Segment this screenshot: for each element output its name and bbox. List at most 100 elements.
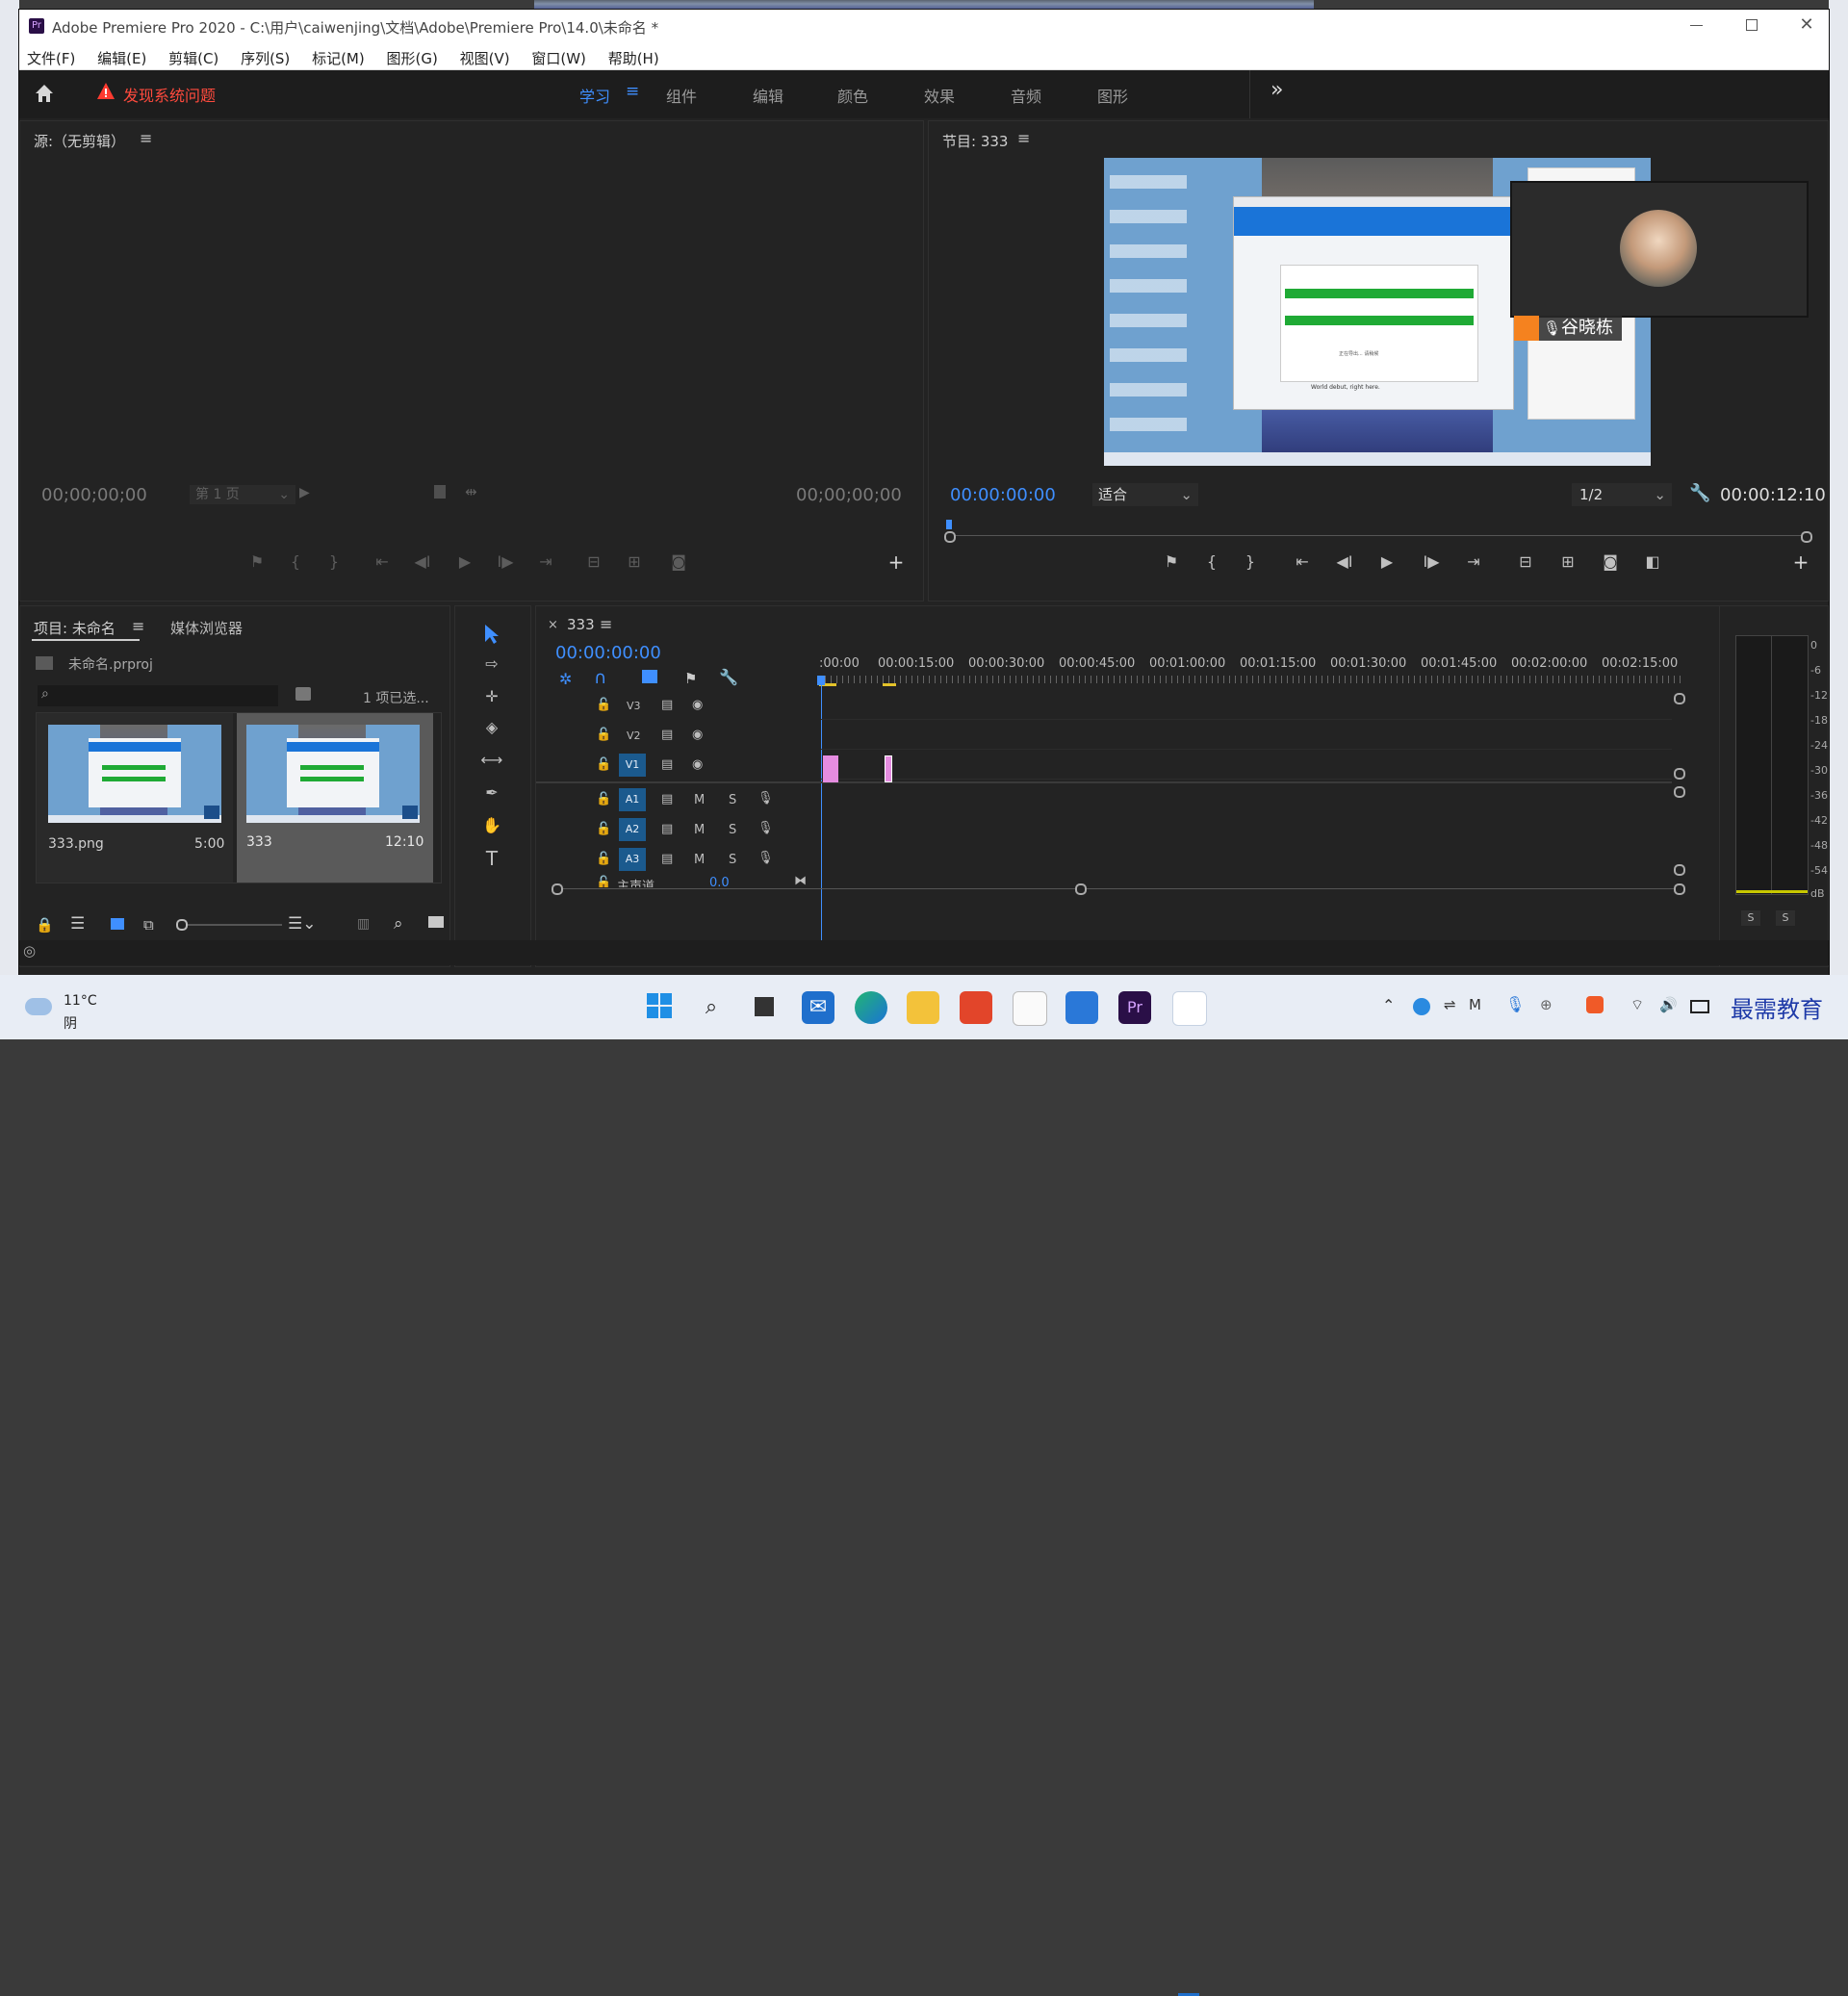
step-back-icon[interactable]: ◀I (1331, 552, 1358, 571)
linked-selection-icon[interactable] (642, 670, 657, 683)
tab-graphics[interactable]: 图形 (1097, 84, 1128, 107)
minimize-button[interactable] (1682, 13, 1711, 37)
tray-s-icon[interactable] (1586, 996, 1604, 1013)
track-header-a3[interactable]: 🔓 A3 ▤ M S 🎙 (536, 846, 819, 873)
source-settings-icon[interactable] (434, 485, 446, 499)
microphone-icon[interactable]: 🎙 (757, 821, 774, 835)
tab-learn[interactable]: 学习 (579, 84, 610, 107)
page-select[interactable]: 第 1 页 ⌄ (190, 485, 295, 504)
sync-lock-icon[interactable]: ▤ (661, 698, 673, 712)
step-forward-icon[interactable]: I▶ (492, 552, 519, 571)
add-button-icon[interactable]: + (883, 550, 910, 574)
sort-icon[interactable]: ☰⌄ (288, 914, 316, 934)
premiere-taskbar-icon[interactable]: Pr (1118, 991, 1151, 1024)
lock-icon[interactable]: 🔓 (596, 822, 611, 836)
lock-icon[interactable]: 🔓 (596, 757, 611, 772)
mark-out-icon[interactable]: } (1237, 552, 1264, 571)
play-icon[interactable]: ▶ (1373, 552, 1400, 571)
maximize-button[interactable] (1738, 13, 1767, 37)
lock-icon[interactable]: 🔓 (596, 698, 611, 712)
wifi-icon[interactable]: ⌔ (1630, 996, 1644, 1014)
tray-microphone-icon[interactable]: 🎙 (1505, 995, 1525, 1013)
automate-icon[interactable]: ▥ (357, 916, 370, 932)
notepad-icon[interactable] (1013, 991, 1047, 1026)
solo-toggle[interactable]: S (729, 853, 736, 867)
tray-settings-icon[interactable]: ⇌ (1444, 996, 1456, 1013)
video-scroll-handle[interactable] (1674, 768, 1685, 780)
solo-left-button[interactable]: S (1741, 910, 1760, 926)
menu-window[interactable]: 窗口(W) (531, 42, 586, 68)
mark-out-icon[interactable]: } (321, 552, 347, 571)
add-marker-icon[interactable]: ⚑ (244, 552, 270, 571)
magnet-icon[interactable]: ∩ (594, 668, 606, 688)
compare-icon[interactable]: ◧ (1639, 552, 1666, 571)
sequence-tab[interactable]: 333 (567, 616, 595, 633)
mark-in-icon[interactable]: { (1198, 552, 1225, 571)
sync-lock-icon[interactable]: ▤ (661, 822, 673, 836)
media-browser-tab[interactable]: 媒体浏览器 (170, 618, 243, 638)
edge-browser-icon[interactable] (855, 991, 887, 1024)
microphone-icon[interactable]: 🎙 (757, 851, 774, 865)
time-ruler[interactable]: :00:00 00:00:15:00 00:00:30:00 00:00:45:… (819, 656, 1685, 686)
go-to-in-icon[interactable]: ⇤ (1289, 552, 1316, 571)
slip-tool-icon[interactable]: ⟷ (478, 751, 505, 769)
search-icon[interactable]: ⌕ (394, 914, 403, 934)
project-panel-menu-icon[interactable]: ≡ (132, 617, 144, 635)
type-tool-icon[interactable]: T (478, 847, 505, 870)
zoom-slider[interactable] (176, 919, 282, 931)
menu-file[interactable]: 文件(F) (27, 42, 75, 68)
menu-edit[interactable]: 编辑(E) (97, 42, 146, 68)
track-header-v2[interactable]: 🔓 V2 ▤ ◉ (536, 722, 819, 749)
warning-icon[interactable] (96, 82, 116, 101)
timeline-zoom-scrollbar[interactable] (552, 883, 1687, 895)
hand-tool-icon[interactable]: ✋ (478, 816, 505, 834)
clip-333-png[interactable] (823, 755, 838, 782)
track-header-a2[interactable]: 🔓 A2 ▤ M S 🎙 (536, 816, 819, 843)
program-scrubber[interactable] (944, 516, 1812, 545)
media-item-333-sequence[interactable]: 333 12:10 (237, 713, 433, 883)
track-select-tool-icon[interactable]: ⇨ (478, 654, 505, 673)
source-timecode[interactable]: 00;00;00;00 (41, 485, 147, 505)
go-to-out-icon[interactable]: ⇥ (1460, 552, 1487, 571)
tab-color[interactable]: 颜色 (837, 84, 868, 107)
selection-tool-icon[interactable] (482, 624, 501, 645)
track-lanes[interactable] (821, 692, 1672, 875)
photos-icon[interactable] (1065, 991, 1098, 1024)
chevron-up-icon[interactable]: ⌃ (1382, 996, 1395, 1014)
lock-icon[interactable]: 🔓 (596, 728, 611, 742)
media-item-333-png[interactable]: 333.png 5:00 (37, 713, 233, 883)
step-back-icon[interactable]: ◀I (409, 552, 436, 571)
solo-toggle[interactable]: S (729, 793, 736, 807)
file-explorer-icon[interactable] (907, 991, 939, 1024)
more-workspaces-icon[interactable]: » (1270, 78, 1283, 102)
home-icon[interactable] (33, 82, 56, 105)
menu-clip[interactable]: 剪辑(C) (168, 42, 218, 68)
sync-lock-icon[interactable]: ▤ (661, 757, 673, 772)
solo-right-button[interactable]: S (1776, 910, 1795, 926)
sync-lock-icon[interactable]: ▤ (661, 728, 673, 742)
program-timecode[interactable]: 00:00:00:00 (950, 485, 1056, 505)
sync-lock-icon[interactable]: ▤ (661, 852, 673, 866)
tab-assembly[interactable]: 组件 (666, 84, 697, 107)
menu-view[interactable]: 视图(V) (460, 42, 510, 68)
snap-icon[interactable]: ✲ (559, 670, 572, 688)
lock-icon[interactable]: 🔓 (596, 852, 611, 866)
start-windows-icon[interactable] (643, 991, 676, 1024)
volume-icon[interactable]: 🔊 (1659, 996, 1678, 1013)
menu-help[interactable]: 帮助(H) (608, 42, 659, 68)
office-icon[interactable] (960, 991, 992, 1024)
eye-icon[interactable]: ◉ (692, 757, 703, 772)
razor-tool-icon[interactable]: ◈ (478, 718, 505, 736)
audio-scroll-handle[interactable] (1674, 864, 1685, 876)
project-panel-title[interactable]: 项目: 未命名 (34, 618, 116, 638)
track-header-a1[interactable]: 🔓 A1 ▤ M S 🎙 (536, 786, 819, 813)
add-marker-icon[interactable]: ⚑ (684, 670, 697, 687)
tab-audio[interactable]: 音频 (1011, 84, 1041, 107)
freeform-view-icon[interactable]: ⧉ (143, 916, 154, 934)
task-view-icon[interactable] (749, 991, 782, 1024)
add-button-icon[interactable]: + (1787, 550, 1814, 574)
solo-toggle[interactable]: S (729, 823, 736, 837)
source-panel-menu-icon[interactable]: ≡ (140, 129, 152, 147)
program-panel-menu-icon[interactable]: ≡ (1017, 129, 1030, 147)
status-sync-icon[interactable]: ◎ (23, 942, 36, 960)
